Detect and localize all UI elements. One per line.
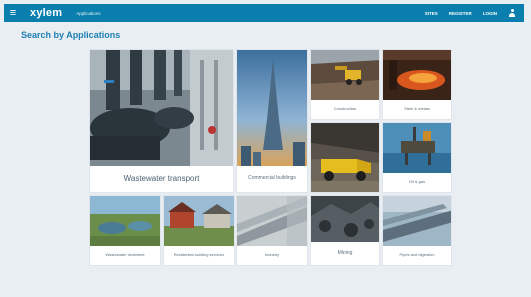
mining-truck-image xyxy=(311,123,379,192)
xylem-logo[interactable]: xylem xyxy=(30,7,62,19)
mining-image xyxy=(311,196,379,242)
tile-label: Wastewater transport xyxy=(123,173,200,183)
oil-gas-image xyxy=(383,123,451,173)
tile-oil-gas[interactable]: Oil & gas xyxy=(382,122,452,193)
hamburger-menu-icon[interactable]: ≡ xyxy=(4,4,22,22)
residential-building-services-image xyxy=(164,196,234,246)
steel-metals-image xyxy=(383,50,451,100)
tile-label: Commercial buildings xyxy=(248,175,296,181)
wastewater-treatment-image xyxy=(90,196,160,246)
tile-wastewater-treatment[interactable]: Wastewater treatment xyxy=(89,195,161,266)
user-icon[interactable] xyxy=(508,9,516,17)
tile-residential-building-services[interactable]: Residential building services xyxy=(163,195,235,266)
tile-label: Residential building services xyxy=(173,252,225,257)
tile-label: Industry xyxy=(264,252,280,257)
tile-steel-metals[interactable]: Steel & metals xyxy=(382,49,452,120)
breadcrumb-applications[interactable]: Applications xyxy=(76,11,100,16)
tile-label: Wastewater treatment xyxy=(105,252,145,257)
pipes-digestion-image xyxy=(383,196,451,246)
industry-image xyxy=(237,196,307,246)
construction-image xyxy=(311,50,379,100)
tile-label: Oil & gas xyxy=(408,179,426,184)
tile-label: Pipes and digestion xyxy=(399,252,435,257)
tile-mining[interactable]: Mining xyxy=(310,195,380,266)
register-link[interactable]: REGISTER xyxy=(449,11,472,16)
page-title: Search by Applications xyxy=(21,30,121,40)
tile-label: Construction xyxy=(333,106,357,111)
login-link[interactable]: LOGIN xyxy=(483,11,497,16)
tile-construction[interactable]: Construction xyxy=(310,49,380,120)
tile-pipes-digestion[interactable]: Pipes and digestion xyxy=(382,195,452,266)
tile-mining-truck[interactable] xyxy=(310,122,380,193)
tile-commercial-buildings[interactable]: Commercial buildings xyxy=(236,49,308,193)
tile-label: Steel & metals xyxy=(404,106,430,111)
tile-wastewater-transport[interactable]: Wastewater transport xyxy=(89,49,234,193)
top-navigation-bar: ≡ xylem Applications SITES REGISTER LOGI… xyxy=(4,4,524,22)
sites-link[interactable]: SITES xyxy=(425,11,438,16)
commercial-buildings-image xyxy=(237,50,307,166)
wastewater-transport-image xyxy=(90,50,233,166)
tile-label: Mining xyxy=(337,249,353,256)
tile-industry[interactable]: Industry xyxy=(236,195,308,266)
